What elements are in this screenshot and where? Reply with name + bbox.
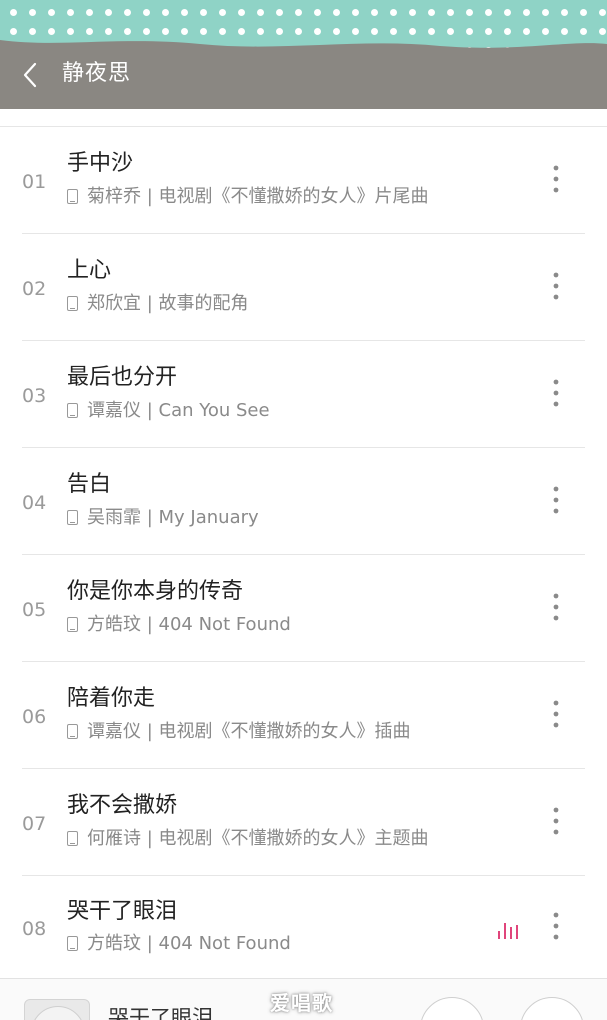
- track-number: 02: [22, 278, 47, 300]
- now-playing-bar[interactable]: 哭干了眼泪 爱唱歌: [0, 978, 607, 1020]
- phone-icon: [67, 831, 78, 846]
- song-row-06[interactable]: 06 陪着你走 谭嘉仪 | 电视剧《不懂撒娇的女人》插曲: [0, 662, 607, 769]
- chevron-left-icon[interactable]: [18, 60, 46, 90]
- artist-album: 方皓玟 | 404 Not Found: [87, 614, 291, 635]
- more-vertical-icon[interactable]: [543, 162, 569, 198]
- disc-icon: [31, 1006, 85, 1020]
- header-bar: 静夜思: [0, 0, 607, 109]
- artist-album: 郑欣宜 | 故事的配角: [87, 293, 249, 314]
- song-title: 上心: [67, 258, 112, 283]
- now-playing-title: 哭干了眼泪: [108, 1006, 213, 1020]
- track-number: 08: [22, 918, 47, 940]
- phone-icon: [67, 189, 78, 204]
- song-row-03[interactable]: 03 最后也分开 谭嘉仪 | Can You See: [0, 341, 607, 448]
- song-meta: 吴雨霏 | My January: [67, 506, 259, 530]
- play-pause-button[interactable]: [420, 997, 484, 1020]
- more-vertical-icon[interactable]: [543, 697, 569, 733]
- artist-album: 谭嘉仪 | 电视剧《不懂撒娇的女人》插曲: [87, 721, 411, 742]
- song-title: 最后也分开: [67, 365, 178, 390]
- song-title: 哭干了眼泪: [67, 899, 178, 924]
- track-number: 04: [22, 492, 47, 514]
- page-title: 静夜思: [62, 61, 132, 86]
- album-art[interactable]: [24, 999, 90, 1020]
- equalizer-icon: [498, 923, 518, 939]
- more-vertical-icon[interactable]: [543, 804, 569, 840]
- more-vertical-icon[interactable]: [543, 483, 569, 519]
- phone-icon: [67, 617, 78, 632]
- artist-album: 何雁诗 | 电视剧《不懂撒娇的女人》主题曲: [87, 828, 429, 849]
- song-row-08[interactable]: 08 哭干了眼泪 方皓玟 | 404 Not Found: [0, 876, 607, 978]
- next-button[interactable]: [520, 997, 584, 1020]
- song-row-07[interactable]: 07 我不会撒娇 何雁诗 | 电视剧《不懂撒娇的女人》主题曲: [0, 769, 607, 876]
- artist-album: 吴雨霏 | My January: [87, 507, 259, 528]
- wavy-edge: [0, 40, 607, 54]
- watermark: 爱唱歌: [270, 991, 333, 1015]
- more-vertical-icon[interactable]: [543, 909, 569, 945]
- song-title: 你是你本身的传奇: [67, 579, 244, 604]
- song-title: 陪着你走: [67, 686, 156, 711]
- phone-icon: [67, 510, 78, 525]
- song-title: 我不会撒娇: [67, 793, 178, 818]
- more-vertical-icon[interactable]: [543, 590, 569, 626]
- artist-album: 菊梓乔 | 电视剧《不懂撒娇的女人》片尾曲: [87, 186, 429, 207]
- song-row-04[interactable]: 04 告白 吴雨霏 | My January: [0, 448, 607, 555]
- song-meta: 郑欣宜 | 故事的配角: [67, 292, 249, 316]
- track-number: 07: [22, 813, 47, 835]
- track-number: 06: [22, 706, 47, 728]
- more-vertical-icon[interactable]: [543, 376, 569, 412]
- song-meta: 方皓玟 | 404 Not Found: [67, 613, 291, 637]
- song-title: 告白: [67, 472, 112, 497]
- song-title: 手中沙: [67, 151, 134, 176]
- track-number: 03: [22, 385, 47, 407]
- song-meta: 菊梓乔 | 电视剧《不懂撒娇的女人》片尾曲: [67, 185, 429, 209]
- song-meta: 何雁诗 | 电视剧《不懂撒娇的女人》主题曲: [67, 827, 429, 851]
- track-number: 01: [22, 171, 47, 193]
- phone-icon: [67, 936, 78, 951]
- song-meta: 方皓玟 | 404 Not Found: [67, 932, 291, 956]
- song-meta: 谭嘉仪 | 电视剧《不懂撒娇的女人》插曲: [67, 720, 411, 744]
- song-row-01[interactable]: 01 手中沙 菊梓乔 | 电视剧《不懂撒娇的女人》片尾曲: [0, 127, 607, 234]
- phone-icon: [67, 296, 78, 311]
- phone-icon: [67, 403, 78, 418]
- artist-album: 谭嘉仪 | Can You See: [87, 400, 270, 421]
- track-number: 05: [22, 599, 47, 621]
- song-meta: 谭嘉仪 | Can You See: [67, 399, 270, 423]
- song-row-02[interactable]: 02 上心 郑欣宜 | 故事的配角: [0, 234, 607, 341]
- song-row-05[interactable]: 05 你是你本身的传奇 方皓玟 | 404 Not Found: [0, 555, 607, 662]
- artist-album: 方皓玟 | 404 Not Found: [87, 933, 291, 954]
- more-vertical-icon[interactable]: [543, 269, 569, 305]
- screen: 静夜思 01 手中沙 菊梓乔 | 电视剧《不懂撒娇的女人》片尾曲 02 上心 郑…: [0, 0, 607, 1020]
- phone-icon: [67, 724, 78, 739]
